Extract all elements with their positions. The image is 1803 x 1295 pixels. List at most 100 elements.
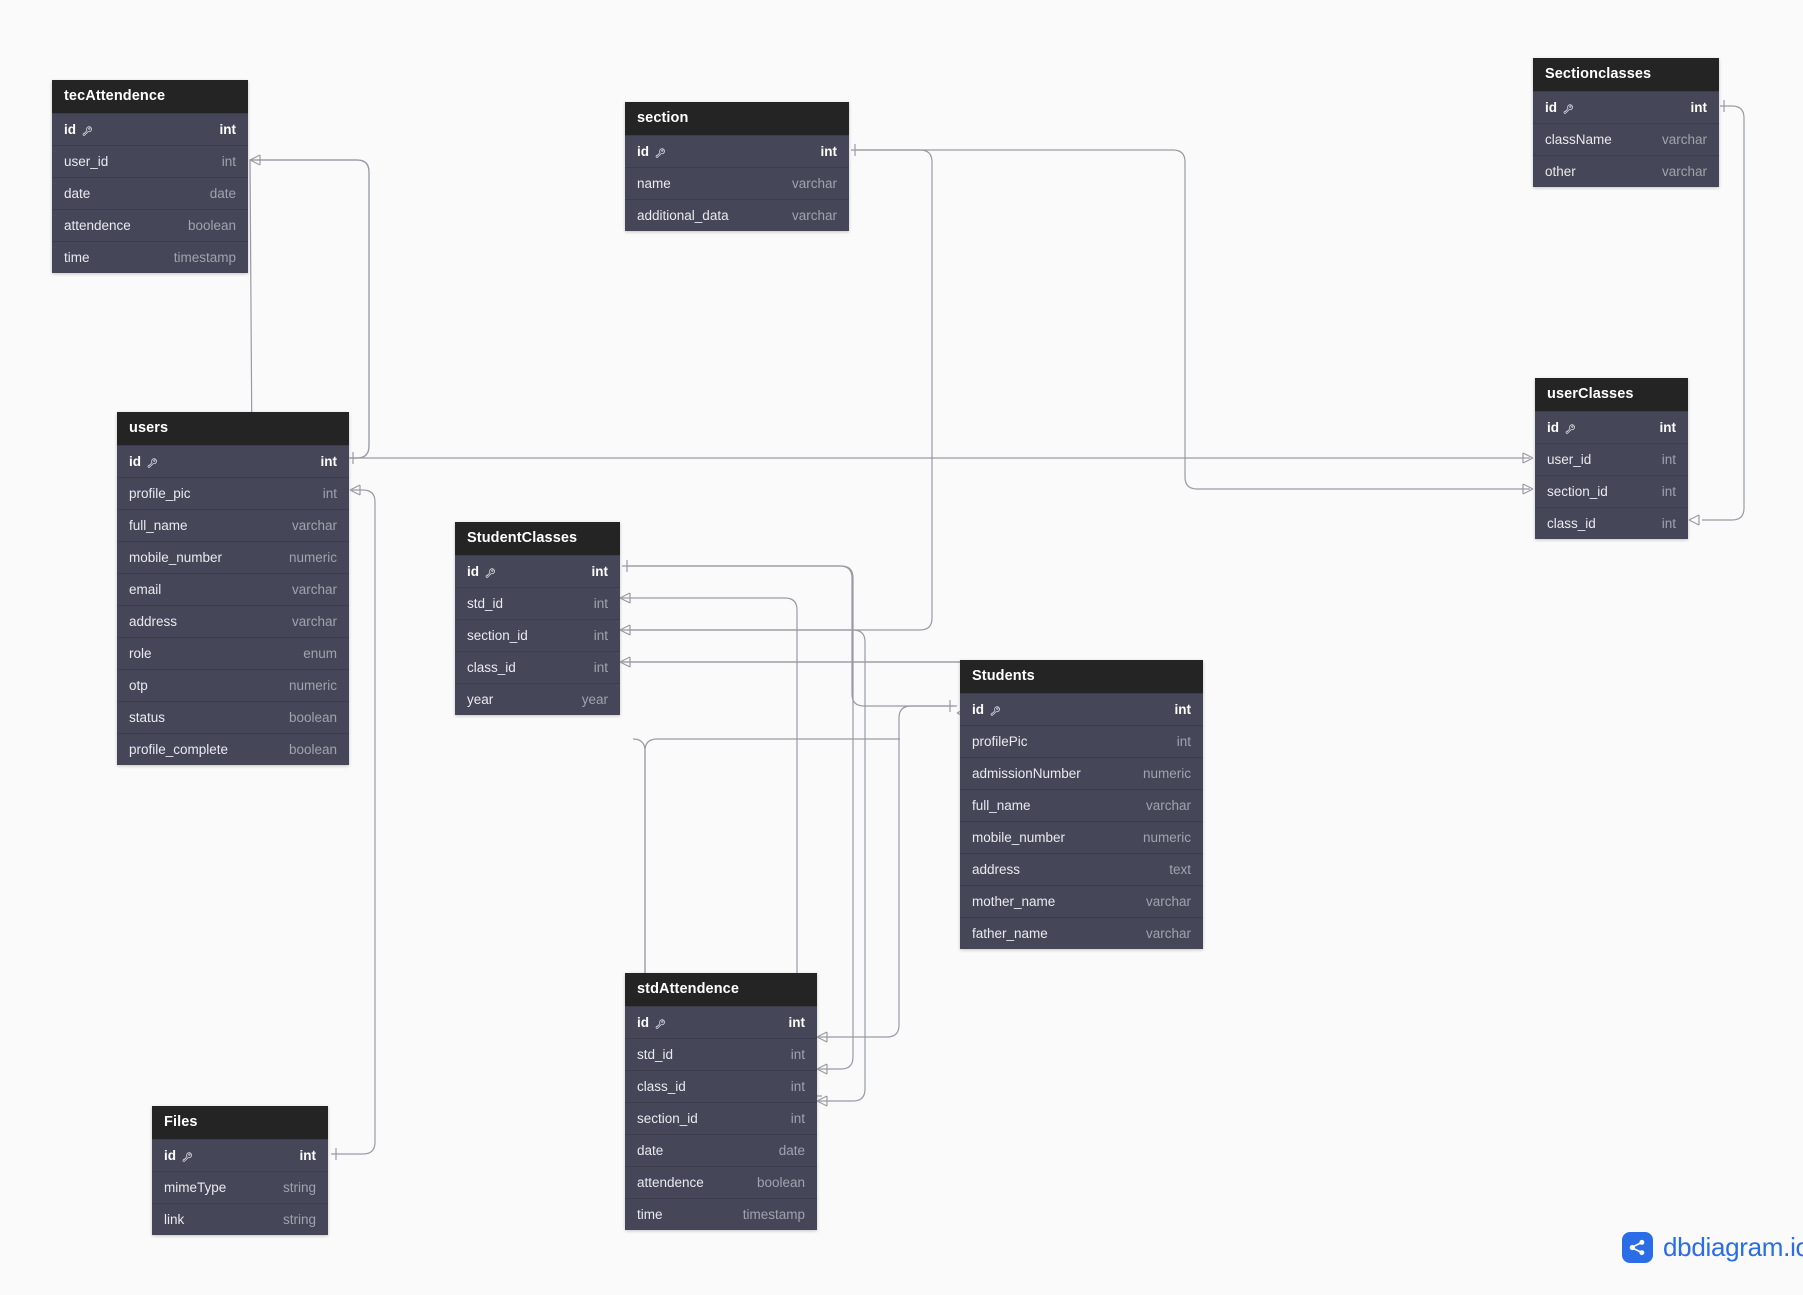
field-name: attendence (64, 218, 131, 233)
field-row[interactable]: profilePic int (960, 725, 1203, 757)
field-type-label: numeric (288, 678, 337, 693)
field-row[interactable]: admissionNumber numeric (960, 757, 1203, 789)
field-row[interactable]: user_id int (1535, 443, 1688, 475)
field-name: full_name (129, 518, 188, 533)
field-row[interactable]: date date (625, 1134, 817, 1166)
field-type-label: int (593, 628, 608, 643)
field-row[interactable]: other varchar (1533, 155, 1719, 187)
field-row[interactable]: full_name varchar (117, 509, 349, 541)
field-name-label: class_id (637, 1079, 686, 1094)
table-card-sectionclasses[interactable]: Sectionclasses id int className varchar other… (1533, 58, 1719, 187)
field-row[interactable]: mobile_number numeric (960, 821, 1203, 853)
field-name-label: class_id (467, 660, 516, 675)
field-row[interactable]: section_id int (455, 619, 620, 651)
table-card-section[interactable]: section id int name varchar additional_data va… (625, 102, 849, 231)
field-row[interactable]: id int (117, 445, 349, 477)
field-row[interactable]: id int (455, 555, 620, 587)
field-type-label: varchar (791, 208, 837, 223)
erd-canvas[interactable]: .rel { fill:none; stroke:#9a9aa5; stroke… (0, 0, 1803, 1295)
field-name: admissionNumber (972, 766, 1081, 781)
field-row[interactable]: father_name varchar (960, 917, 1203, 949)
field-name: class_id (637, 1079, 686, 1094)
field-row[interactable]: std_id int (625, 1038, 817, 1070)
field-name-label: class_id (1547, 516, 1596, 531)
field-name: std_id (467, 596, 503, 611)
table-card-users[interactable]: users id int profile_pic int full_name varchar… (117, 412, 349, 765)
field-row[interactable]: id int (625, 1006, 817, 1038)
dbdiagram-logo-text: dbdiagram.io (1663, 1232, 1803, 1262)
field-row[interactable]: address varchar (117, 605, 349, 637)
field-type-label: int (219, 122, 237, 137)
field-row[interactable]: name varchar (625, 167, 849, 199)
field-name: time (64, 250, 90, 265)
field-row[interactable]: id int (1535, 411, 1688, 443)
field-row[interactable]: id int (960, 693, 1203, 725)
field-type-label: int (593, 596, 608, 611)
field-row[interactable]: user_id int (52, 145, 248, 177)
field-name-label: status (129, 710, 166, 725)
field-name: id (64, 122, 93, 137)
field-row[interactable]: className varchar (1533, 123, 1719, 155)
field-row[interactable]: attendence boolean (625, 1166, 817, 1198)
field-row[interactable]: profile_complete boolean (117, 733, 349, 765)
field-row[interactable]: class_id int (625, 1070, 817, 1102)
field-row[interactable]: profile_pic int (117, 477, 349, 509)
field-row[interactable]: time timestamp (625, 1198, 817, 1230)
field-row[interactable]: section_id int (625, 1102, 817, 1134)
field-row[interactable]: date date (52, 177, 248, 209)
dbdiagram-logo[interactable]: dbdiagram.io (1622, 1232, 1803, 1263)
field-row[interactable]: status boolean (117, 701, 349, 733)
field-type-label: int (591, 564, 609, 579)
field-row[interactable]: id int (1533, 91, 1719, 123)
field-row[interactable]: year year (455, 683, 620, 715)
field-type-label: int (788, 1015, 806, 1030)
field-row[interactable]: time timestamp (52, 241, 248, 273)
field-name: otp (129, 678, 148, 693)
field-row[interactable]: mobile_number numeric (117, 541, 349, 573)
field-row[interactable]: additional_data varchar (625, 199, 849, 231)
field-type-label: boolean (288, 742, 337, 757)
field-name-label: section_id (467, 628, 528, 643)
field-type-label: int (1176, 734, 1191, 749)
field-row[interactable]: class_id int (1535, 507, 1688, 539)
field-row[interactable]: class_id int (455, 651, 620, 683)
field-type-label: numeric (1142, 830, 1191, 845)
field-row[interactable]: address text (960, 853, 1203, 885)
field-row[interactable]: full_name varchar (960, 789, 1203, 821)
field-row[interactable]: otp numeric (117, 669, 349, 701)
field-name: mimeType (164, 1180, 226, 1195)
table-card-userclasses[interactable]: userClasses id int user_id int section_id int c… (1535, 378, 1688, 539)
field-row[interactable]: mimeType string (152, 1171, 328, 1203)
field-type-label: varchar (1145, 926, 1191, 941)
field-name-label: additional_data (637, 208, 729, 223)
table-card-stdattendence[interactable]: stdAttendence id int std_id int class_id int se… (625, 973, 817, 1230)
field-row[interactable]: std_id int (455, 587, 620, 619)
field-name: profilePic (972, 734, 1028, 749)
field-row[interactable]: attendence boolean (52, 209, 248, 241)
field-type-label: int (790, 1079, 805, 1094)
field-name-label: otp (129, 678, 148, 693)
field-type-label: boolean (187, 218, 236, 233)
table-card-tecattendence[interactable]: tecAttendence id int user_id int date date atte… (52, 80, 248, 273)
field-row[interactable]: link string (152, 1203, 328, 1235)
table-title: Files (152, 1106, 328, 1139)
field-name: className (1545, 132, 1612, 147)
field-row[interactable]: section_id int (1535, 475, 1688, 507)
field-name-label: mobile_number (129, 550, 223, 565)
field-name-label: attendence (637, 1175, 704, 1190)
field-row[interactable]: email varchar (117, 573, 349, 605)
table-card-students[interactable]: Students id int profilePic int admissionNumbe… (960, 660, 1203, 949)
field-name: id (467, 564, 496, 579)
field-name: email (129, 582, 161, 597)
field-name: time (637, 1207, 663, 1222)
field-row[interactable]: id int (52, 113, 248, 145)
table-card-files[interactable]: Files id int mimeType string link string (152, 1106, 328, 1235)
share-nodes-icon (1622, 1232, 1653, 1263)
table-title: users (117, 412, 349, 445)
field-row[interactable]: role enum (117, 637, 349, 669)
field-row[interactable]: id int (625, 135, 849, 167)
table-card-studentclasses[interactable]: StudentClasses id int std_id int section_id in… (455, 522, 620, 715)
field-row[interactable]: id int (152, 1139, 328, 1171)
field-row[interactable]: mother_name varchar (960, 885, 1203, 917)
field-name: id (972, 702, 1001, 717)
